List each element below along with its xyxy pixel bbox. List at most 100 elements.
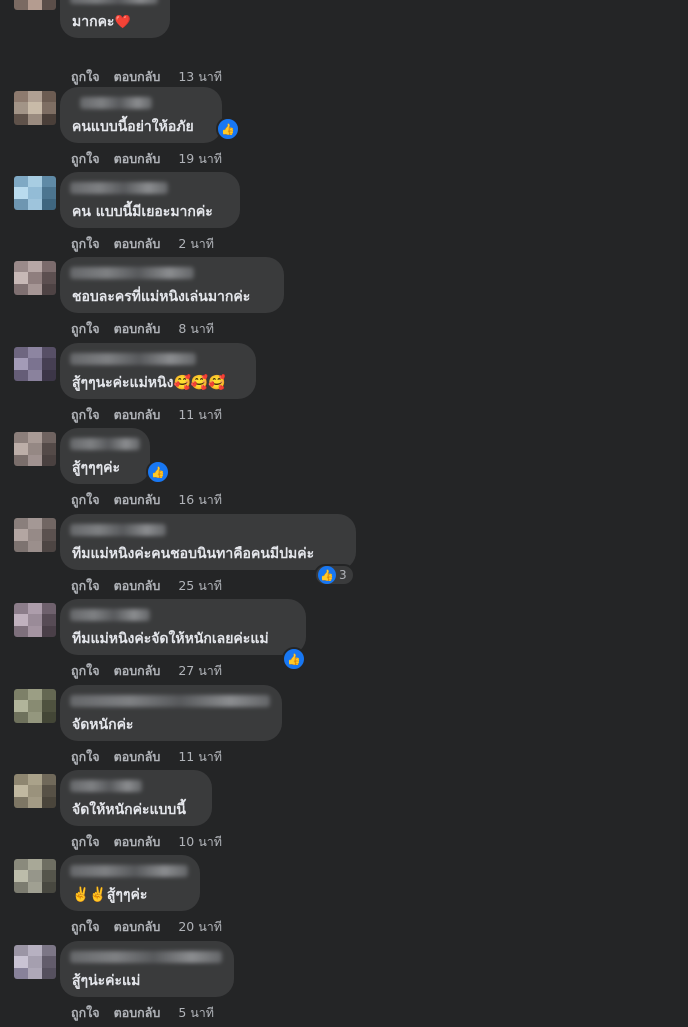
- comment-bubble: สู้ๆๆๆค่ะ: [60, 428, 150, 484]
- comment-text: สู้ๆๆนะค่ะแม่หนิง🥰🥰🥰: [72, 375, 226, 391]
- comment-actions: ถูกใจ ตอบกลับ 2 นาที: [71, 234, 228, 254]
- reply-button[interactable]: ตอบกลับ: [114, 492, 161, 507]
- comment-actions: ถูกใจ ตอบกลับ 5 นาที: [71, 1003, 228, 1023]
- commenter-name[interactable]: [70, 524, 166, 536]
- comment-bubble: สู้ๆน่ะค่ะแม่: [60, 941, 234, 997]
- timestamp[interactable]: 11 นาที: [178, 749, 222, 764]
- timestamp[interactable]: 16 นาที: [178, 492, 222, 507]
- avatar[interactable]: [14, 603, 56, 637]
- commenter-name[interactable]: [70, 780, 142, 792]
- avatar[interactable]: [14, 689, 56, 723]
- comment-bubble: คนแบบนี้อย่าให้อภัย: [60, 87, 222, 143]
- commenter-name[interactable]: [80, 97, 152, 109]
- comment-actions: ถูกใจ ตอบกลับ 25 นาที: [71, 576, 236, 596]
- commenter-name[interactable]: [70, 609, 150, 621]
- like-button[interactable]: ถูกใจ: [71, 236, 100, 251]
- commenter-name[interactable]: [70, 0, 158, 4]
- comment-text: ✌️✌️สู้ๆๆค่ะ: [72, 887, 148, 903]
- avatar[interactable]: [14, 176, 56, 210]
- comment-item: คนแบบนี้อย่าให้อภัย 👍 ถูกใจ ตอบกลับ 19 นาท…: [0, 87, 688, 173]
- reply-button[interactable]: ตอบกลับ: [114, 236, 161, 251]
- comment-actions: ถูกใจ ตอบกลับ 8 นาที: [71, 319, 228, 339]
- comment-actions: ถูกใจ ตอบกลับ 27 นาที: [71, 661, 236, 681]
- timestamp[interactable]: 25 นาที: [178, 578, 222, 593]
- commenter-name[interactable]: [70, 438, 140, 450]
- avatar[interactable]: [14, 0, 56, 10]
- commenter-name[interactable]: [70, 353, 196, 365]
- timestamp[interactable]: 27 นาที: [178, 663, 222, 678]
- comment-bubble: ชอบละครที่แม่หนิงเล่นมากค่ะ: [60, 257, 284, 313]
- reaction-summary[interactable]: 👍 3: [314, 564, 355, 586]
- like-button[interactable]: ถูกใจ: [71, 321, 100, 336]
- commenter-name[interactable]: [70, 951, 222, 963]
- like-reaction-icon: 👍: [318, 566, 336, 584]
- comment-item: มากคะ❤️ ถูกใจ ตอบกลับ 13 นาที: [0, 0, 688, 84]
- comment-text: จัดให้หนักค่ะแบบนี้: [72, 802, 186, 818]
- comment-actions: ถูกใจ ตอบกลับ 10 นาที: [71, 832, 236, 852]
- commenter-name[interactable]: [70, 865, 188, 877]
- like-button[interactable]: ถูกใจ: [71, 834, 100, 849]
- comment-item: ทีมแม่หนิงค่ะจัดให้หนักเลยค่ะแม่ 👍 ถูกใจ…: [0, 599, 688, 685]
- reaction-count: 3: [339, 568, 347, 582]
- comment-bubble: คน แบบนี้มีเยอะมากค่ะ: [60, 172, 240, 228]
- heart-emoji: ❤️: [114, 15, 131, 30]
- like-reaction-icon[interactable]: 👍: [146, 460, 170, 484]
- avatar[interactable]: [14, 432, 56, 466]
- avatar[interactable]: [14, 518, 56, 552]
- smiling-hearts-emoji: 🥰🥰🥰: [173, 375, 226, 391]
- comment-bubble: จัดหนักค่ะ: [60, 685, 282, 741]
- comment-bubble: ✌️✌️สู้ๆๆค่ะ: [60, 855, 200, 911]
- like-button[interactable]: ถูกใจ: [71, 749, 100, 764]
- commenter-name[interactable]: [70, 267, 194, 279]
- comment-item: ชอบละครที่แม่หนิงเล่นมากค่ะ ถูกใจ ตอบกลับ…: [0, 257, 688, 343]
- timestamp[interactable]: 20 นาที: [178, 919, 222, 934]
- reply-button[interactable]: ตอบกลับ: [114, 663, 161, 678]
- like-button[interactable]: ถูกใจ: [71, 578, 100, 593]
- avatar[interactable]: [14, 91, 56, 125]
- like-reaction-icon[interactable]: 👍: [282, 647, 306, 671]
- avatar[interactable]: [14, 261, 56, 295]
- avatar[interactable]: [14, 945, 56, 979]
- timestamp[interactable]: 19 นาที: [178, 151, 222, 166]
- comment-bubble: ทีมแม่หนิงค่ะคนชอบนินทาคือคนมีปมค่ะ: [60, 514, 356, 570]
- like-button[interactable]: ถูกใจ: [71, 919, 100, 934]
- commenter-name[interactable]: [70, 182, 168, 194]
- like-button[interactable]: ถูกใจ: [71, 69, 100, 84]
- comment-text: คนแบบนี้อย่าให้อภัย: [72, 119, 194, 135]
- like-button[interactable]: ถูกใจ: [71, 1005, 100, 1020]
- timestamp[interactable]: 5 นาที: [178, 1005, 214, 1020]
- like-reaction-icon[interactable]: 👍: [216, 117, 240, 141]
- timestamp[interactable]: 10 นาที: [178, 834, 222, 849]
- like-button[interactable]: ถูกใจ: [71, 407, 100, 422]
- comment-text: ชอบละครที่แม่หนิงเล่นมากค่ะ: [72, 289, 251, 305]
- comment-actions: ถูกใจ ตอบกลับ 11 นาที: [71, 747, 236, 767]
- avatar[interactable]: [14, 859, 56, 893]
- like-button[interactable]: ถูกใจ: [71, 492, 100, 507]
- reply-button[interactable]: ตอบกลับ: [114, 69, 161, 84]
- comment-item: ทีมแม่หนิงค่ะคนชอบนินทาคือคนมีปมค่ะ 👍 3 …: [0, 514, 688, 600]
- reply-button[interactable]: ตอบกลับ: [114, 578, 161, 593]
- timestamp[interactable]: 8 นาที: [178, 321, 214, 336]
- commenter-name[interactable]: [70, 695, 270, 707]
- like-button[interactable]: ถูกใจ: [71, 151, 100, 166]
- reply-button[interactable]: ตอบกลับ: [114, 151, 161, 166]
- timestamp[interactable]: 2 นาที: [178, 236, 214, 251]
- avatar[interactable]: [14, 347, 56, 381]
- comment-item: สู้ๆน่ะค่ะแม่ ถูกใจ ตอบกลับ 5 นาที: [0, 941, 688, 1027]
- comment-item: สู้ๆๆนะค่ะแม่หนิง🥰🥰🥰 ถูกใจ ตอบกลับ 11 นาที: [0, 343, 688, 429]
- comment-item: จัดให้หนักค่ะแบบนี้ ถูกใจ ตอบกลับ 10 นาที: [0, 770, 688, 856]
- timestamp[interactable]: 11 นาที: [178, 407, 222, 422]
- reply-button[interactable]: ตอบกลับ: [114, 1005, 161, 1020]
- comment-item: สู้ๆๆๆค่ะ 👍 ถูกใจ ตอบกลับ 16 นาที: [0, 428, 688, 514]
- comment-actions: ถูกใจ ตอบกลับ 13 นาที: [71, 67, 236, 87]
- like-button[interactable]: ถูกใจ: [71, 663, 100, 678]
- reply-button[interactable]: ตอบกลับ: [114, 749, 161, 764]
- avatar[interactable]: [14, 774, 56, 808]
- timestamp[interactable]: 13 นาที: [178, 69, 222, 84]
- comment-bubble: จัดให้หนักค่ะแบบนี้: [60, 770, 212, 826]
- reply-button[interactable]: ตอบกลับ: [114, 321, 161, 336]
- comment-actions: ถูกใจ ตอบกลับ 19 นาที: [71, 149, 236, 169]
- reply-button[interactable]: ตอบกลับ: [114, 919, 161, 934]
- reply-button[interactable]: ตอบกลับ: [114, 834, 161, 849]
- reply-button[interactable]: ตอบกลับ: [114, 407, 161, 422]
